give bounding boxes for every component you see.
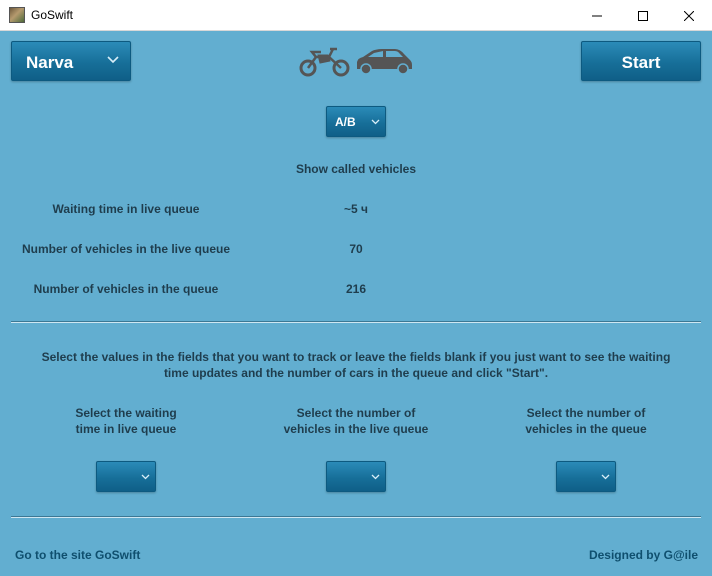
- title-bar: GoSwift: [0, 0, 712, 31]
- category-select[interactable]: A/B: [326, 106, 386, 137]
- instructions-line-2: time updates and the number of cars in t…: [163, 366, 549, 380]
- tracking-instructions: Select the values in the fields that you…: [30, 349, 682, 381]
- designer-credit: Designed by G@ile: [588, 548, 698, 562]
- stat-value-live-queue-count: 70: [349, 242, 363, 256]
- minimize-button[interactable]: [574, 0, 620, 31]
- window-title: GoSwift: [31, 8, 74, 22]
- city-select[interactable]: Narva: [11, 41, 131, 81]
- waiting-time-field-label: Select the waiting time in live queue: [75, 406, 177, 436]
- close-button[interactable]: [666, 0, 712, 31]
- divider: [11, 516, 701, 518]
- goswift-site-link[interactable]: Go to the site GoSwift: [15, 548, 140, 562]
- category-select-value: A/B: [335, 115, 356, 129]
- chevron-down-icon: [141, 474, 150, 480]
- minimize-icon: [592, 15, 602, 16]
- stat-value-waiting-time: ~5 ч: [344, 202, 368, 216]
- stat-label-live-queue-count: Number of vehicles in the live queue: [21, 242, 231, 256]
- stat-value-queue-count: 216: [345, 282, 367, 296]
- maximize-button[interactable]: [620, 0, 666, 31]
- close-icon: [684, 10, 694, 21]
- vehicle-type-icons: [299, 44, 415, 83]
- divider: [11, 321, 701, 323]
- live-queue-count-select[interactable]: [326, 461, 386, 492]
- car-icon: [357, 49, 412, 75]
- waiting-time-select[interactable]: [96, 461, 156, 492]
- start-button-label: Start: [621, 53, 661, 72]
- chevron-down-icon: [107, 56, 119, 64]
- motorcycle-icon: [299, 47, 350, 77]
- instructions-line-1: Select the values in the fields that you…: [41, 350, 671, 364]
- show-called-vehicles-link[interactable]: Show called vehicles: [0, 162, 712, 176]
- chevron-down-icon: [371, 119, 380, 125]
- start-button[interactable]: Start: [581, 41, 701, 81]
- chevron-down-icon: [601, 474, 610, 480]
- live-queue-count-field-label: Select the number of vehicles in the liv…: [283, 406, 429, 436]
- city-select-value: Narva: [26, 53, 74, 72]
- landscape-icon: [9, 7, 25, 23]
- maximize-icon: [638, 10, 648, 21]
- stat-label-waiting-time: Waiting time in live queue: [52, 202, 200, 216]
- queue-count-select[interactable]: [556, 461, 616, 492]
- chevron-down-icon: [371, 474, 380, 480]
- queue-count-field-label: Select the number of vehicles in the que…: [525, 406, 647, 436]
- stat-label-queue-count: Number of vehicles in the queue: [33, 282, 219, 296]
